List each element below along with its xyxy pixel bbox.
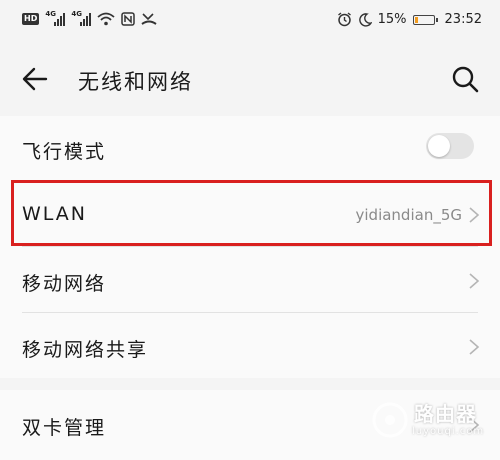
battery-fill bbox=[414, 16, 418, 23]
nfc-icon bbox=[121, 12, 136, 26]
mobile-network-row[interactable]: 移动网络 bbox=[0, 248, 500, 314]
airplane-mode-row[interactable]: 飞行模式 bbox=[0, 116, 500, 182]
tethering-row[interactable]: 移动网络共享 bbox=[0, 314, 500, 380]
signal-2-tag: 4G bbox=[71, 10, 82, 18]
airplane-mode-toggle[interactable] bbox=[426, 133, 474, 159]
arrow-left-icon[interactable] bbox=[20, 64, 50, 94]
divider bbox=[22, 246, 478, 247]
hd-badge: HD bbox=[22, 13, 40, 25]
divider bbox=[22, 312, 478, 313]
chevron-right-icon bbox=[469, 273, 480, 289]
tethering-label: 移动网络共享 bbox=[22, 339, 149, 361]
battery-icon bbox=[412, 14, 438, 25]
watermark-text: 路由器 bbox=[414, 402, 477, 426]
mobile-network-label: 移动网络 bbox=[22, 273, 107, 295]
chevron-right-icon bbox=[469, 207, 480, 223]
moon-icon bbox=[358, 12, 372, 27]
app-bar: 无线和网络 bbox=[0, 44, 500, 116]
battery-percent: 15% bbox=[377, 12, 407, 27]
status-bar: HD 4G 4G 15% 23:52 bbox=[0, 0, 500, 44]
status-left: HD 4G 4G bbox=[22, 10, 157, 26]
settings-group-network: 飞行模式 WLAN yidiandian_5G 移动网络 移动网络共享 bbox=[0, 116, 500, 378]
divider bbox=[22, 180, 478, 181]
router-logo-icon bbox=[372, 402, 408, 438]
wlan-value: yidiandian_5G bbox=[355, 206, 463, 224]
status-right: 15% 23:52 bbox=[337, 12, 482, 27]
wlan-row[interactable]: WLAN yidiandian_5G bbox=[0, 182, 500, 248]
watermark: 路由器 luyouqi.com bbox=[370, 388, 490, 454]
toggle-knob bbox=[428, 135, 450, 157]
signal-1-icon: 4G bbox=[45, 10, 66, 26]
wifi-icon bbox=[97, 12, 115, 26]
watermark-sub: luyouqi.com bbox=[412, 426, 485, 437]
signal-1-tag: 4G bbox=[45, 10, 56, 18]
clock: 23:52 bbox=[444, 12, 482, 27]
alarm-icon bbox=[337, 12, 351, 27]
wlan-label: WLAN bbox=[22, 203, 88, 225]
dual-sim-label: 双卡管理 bbox=[22, 417, 107, 439]
chevron-right-icon bbox=[469, 339, 480, 355]
signal-2-icon: 4G bbox=[71, 10, 92, 26]
airplane-mode-label: 飞行模式 bbox=[22, 141, 107, 163]
page-title: 无线和网络 bbox=[78, 70, 193, 94]
search-icon[interactable] bbox=[450, 64, 480, 94]
missed-call-icon bbox=[141, 13, 157, 25]
